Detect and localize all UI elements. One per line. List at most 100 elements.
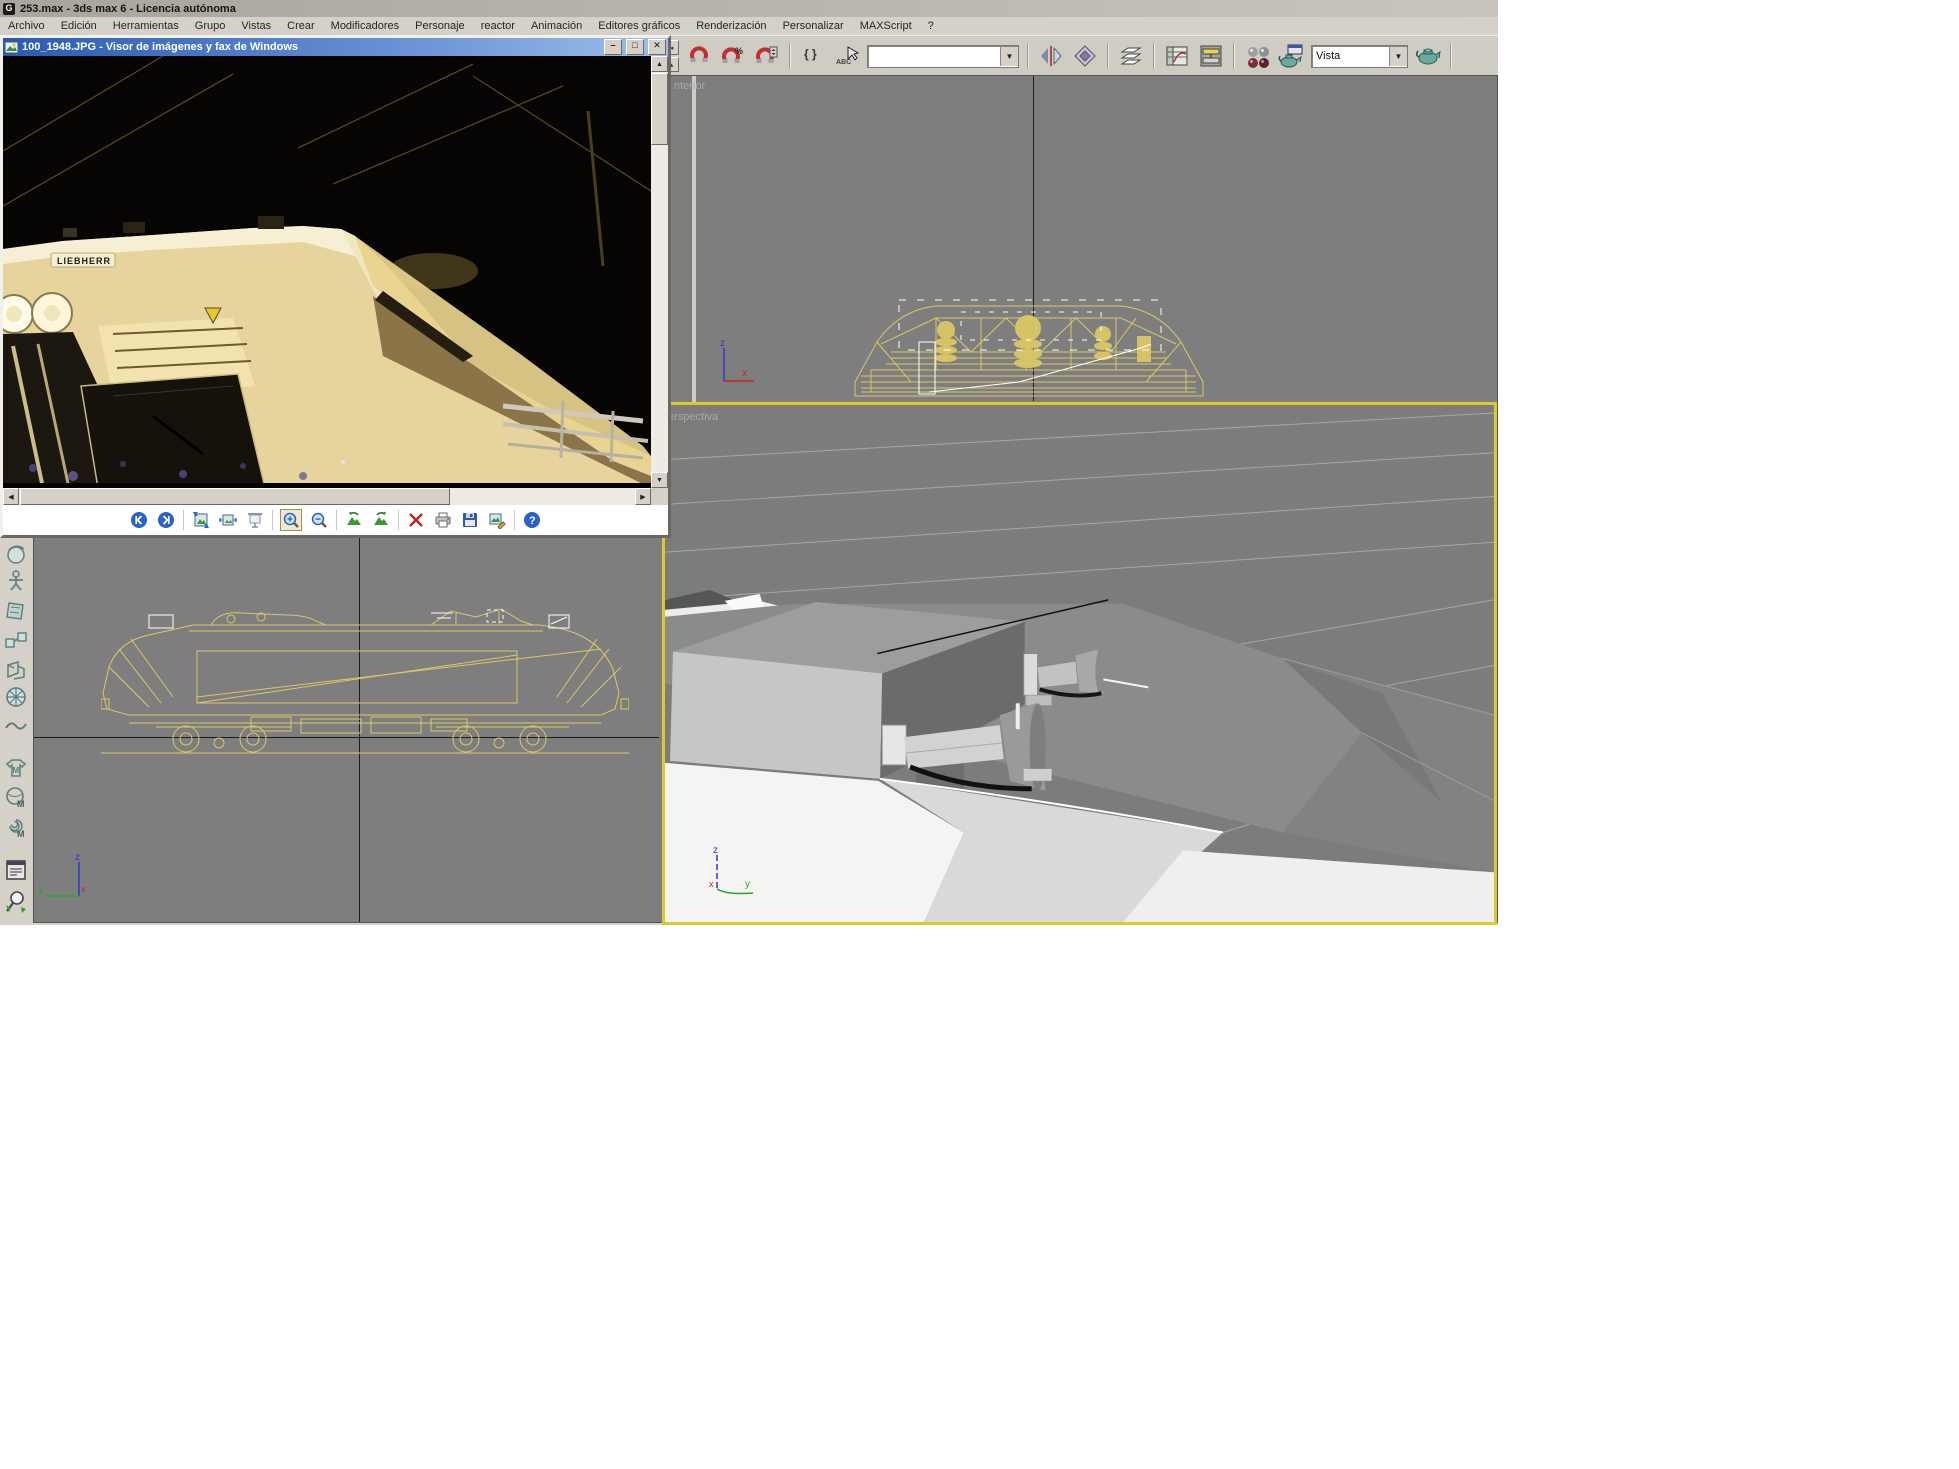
max-titlebar[interactable]: G 253.max - 3ds max 6 - Licencia autónom… bbox=[0, 0, 1498, 17]
layer-manager-button[interactable] bbox=[1117, 42, 1145, 70]
perspective-viewport[interactable]: erspectiva z y x bbox=[662, 402, 1497, 925]
minimize-button[interactable]: – bbox=[604, 39, 622, 55]
render-type-dropdown[interactable]: Vista ▼ bbox=[1311, 45, 1408, 68]
scroll-down-icon[interactable]: ▼ bbox=[651, 472, 668, 488]
spinner-snap-button[interactable] bbox=[753, 42, 781, 70]
menu-crear[interactable]: Crear bbox=[287, 20, 315, 32]
menu-maxscript[interactable]: MAXScript bbox=[860, 20, 912, 32]
quick-render-button[interactable] bbox=[1414, 42, 1442, 70]
reactor-wheel-icon[interactable] bbox=[2, 684, 30, 710]
viewer-titlebar[interactable]: 100_1948.JPG - Visor de imágenes y fax d… bbox=[3, 38, 668, 56]
scroll-up-icon[interactable]: ▲ bbox=[651, 56, 668, 72]
rotate-cw-button[interactable] bbox=[371, 510, 391, 530]
reactor-property-editor-icon[interactable] bbox=[2, 857, 30, 883]
menu-modificadores[interactable]: Modificadores bbox=[331, 20, 399, 32]
menu-help[interactable]: ? bbox=[928, 20, 934, 32]
svg-text:%: % bbox=[735, 46, 743, 56]
zoom-out-icon bbox=[310, 511, 328, 529]
layers-icon bbox=[1118, 44, 1144, 68]
viewer-window-title: 100_1948.JPG - Visor de imágenes y fax d… bbox=[22, 41, 600, 53]
reactor-cloth-collection-icon[interactable] bbox=[2, 598, 30, 624]
curve-editor-icon bbox=[1165, 44, 1189, 68]
edit-named-selections-button[interactable]: ABC bbox=[833, 42, 861, 70]
reactor-ragdoll-icon[interactable] bbox=[2, 568, 30, 594]
previous-image-button[interactable] bbox=[129, 510, 149, 530]
render-scene-button[interactable] bbox=[1277, 42, 1305, 70]
svg-text:{ }: { } bbox=[804, 47, 817, 61]
viewer-vertical-scrollbar[interactable]: ▲ ▼ bbox=[651, 56, 668, 488]
scroll-left-icon[interactable]: ◀ bbox=[3, 488, 19, 505]
align-button[interactable] bbox=[1071, 42, 1099, 70]
toolbar-separator bbox=[1027, 43, 1029, 69]
percent-snap-button[interactable]: % bbox=[719, 42, 747, 70]
named-selection-sets-button[interactable]: { } bbox=[799, 42, 827, 70]
menu-renderizacion[interactable]: Renderización bbox=[696, 20, 766, 32]
chevron-down-icon[interactable]: ▼ bbox=[1389, 47, 1407, 66]
angle-snap-button[interactable] bbox=[685, 42, 713, 70]
menu-herramientas[interactable]: Herramientas bbox=[113, 20, 179, 32]
actual-size-icon bbox=[219, 511, 237, 529]
rotate-cw-icon bbox=[372, 511, 390, 529]
viewer-toolbar-separator bbox=[336, 510, 337, 530]
locomotive-night-photo: LIEBHERR bbox=[3, 56, 651, 488]
rotate-ccw-button[interactable] bbox=[344, 510, 364, 530]
reactor-deforming-mesh-icon[interactable] bbox=[2, 656, 30, 682]
svg-text:M: M bbox=[13, 766, 20, 775]
rotate-ccw-icon bbox=[345, 511, 363, 529]
reactor-constraint-icon[interactable] bbox=[2, 628, 30, 654]
slideshow-button[interactable] bbox=[245, 510, 265, 530]
menu-edicion[interactable]: Edición bbox=[61, 20, 97, 32]
svg-text:z: z bbox=[713, 845, 718, 856]
next-image-button[interactable] bbox=[156, 510, 176, 530]
reactor-rope-icon[interactable] bbox=[2, 713, 30, 739]
actual-size-button[interactable] bbox=[218, 510, 238, 530]
maximize-button[interactable]: □ bbox=[626, 39, 644, 55]
zoom-in-button[interactable] bbox=[280, 509, 302, 531]
svg-text:?: ? bbox=[529, 515, 536, 527]
svg-text:z: z bbox=[75, 852, 80, 863]
menu-personalizar[interactable]: Personalizar bbox=[783, 20, 844, 32]
delete-button[interactable] bbox=[406, 510, 426, 530]
close-button[interactable]: ✕ bbox=[648, 39, 666, 55]
render-scene-icon bbox=[1278, 43, 1304, 69]
max-menubar: Archivo Edición Herramientas Grupo Vista… bbox=[0, 17, 1498, 35]
reactor-softbody-modifier-icon[interactable]: M bbox=[2, 785, 30, 811]
svg-text:M: M bbox=[17, 799, 25, 809]
delete-icon bbox=[407, 511, 425, 529]
vertical-scroll-thumb[interactable] bbox=[651, 73, 668, 145]
perspective-viewport-label[interactable]: erspectiva bbox=[668, 411, 718, 423]
print-button[interactable] bbox=[433, 510, 453, 530]
menu-grupo[interactable]: Grupo bbox=[195, 20, 226, 32]
zoom-out-button[interactable] bbox=[309, 510, 329, 530]
reactor-rigid-body-collection-icon[interactable] bbox=[2, 540, 30, 566]
reactor-rope-modifier-icon[interactable]: M bbox=[2, 815, 30, 841]
reactor-cloth-modifier-icon[interactable]: M bbox=[2, 755, 30, 781]
menu-reactor[interactable]: reactor bbox=[481, 20, 515, 32]
mirror-button[interactable] bbox=[1037, 42, 1065, 70]
scroll-right-icon[interactable]: ▶ bbox=[635, 488, 651, 505]
best-fit-button[interactable] bbox=[191, 510, 211, 530]
material-editor-button[interactable] bbox=[1243, 42, 1271, 70]
svg-text:y: y bbox=[39, 884, 44, 895]
front-viewport-label[interactable]: nterior bbox=[674, 80, 705, 92]
chevron-down-icon[interactable]: ▼ bbox=[1000, 47, 1018, 66]
viewer-toolbar-separator bbox=[514, 510, 515, 530]
svg-text:M: M bbox=[17, 829, 25, 839]
mirror-icon bbox=[1039, 44, 1063, 68]
zoom-in-icon bbox=[282, 511, 300, 529]
schematic-view-button[interactable] bbox=[1197, 42, 1225, 70]
edit-image-button[interactable] bbox=[487, 510, 507, 530]
menu-vistas[interactable]: Vistas bbox=[241, 20, 271, 32]
horizontal-scroll-thumb[interactable] bbox=[20, 488, 450, 505]
reactor-analyze-icon[interactable] bbox=[2, 889, 30, 915]
curve-editor-button[interactable] bbox=[1163, 42, 1191, 70]
menu-personaje[interactable]: Personaje bbox=[415, 20, 465, 32]
named-selection-dropdown[interactable]: ▼ bbox=[867, 45, 1019, 68]
menu-editores-graficos[interactable]: Editores gráficos bbox=[598, 20, 680, 32]
viewer-horizontal-scrollbar[interactable]: ◀ ▶ bbox=[3, 488, 651, 505]
menu-archivo[interactable]: Archivo bbox=[8, 20, 45, 32]
edit-named-selections-icon: ABC bbox=[835, 44, 859, 68]
menu-animacion[interactable]: Animación bbox=[531, 20, 582, 32]
help-button[interactable]: ? bbox=[522, 510, 542, 530]
save-button[interactable] bbox=[460, 510, 480, 530]
